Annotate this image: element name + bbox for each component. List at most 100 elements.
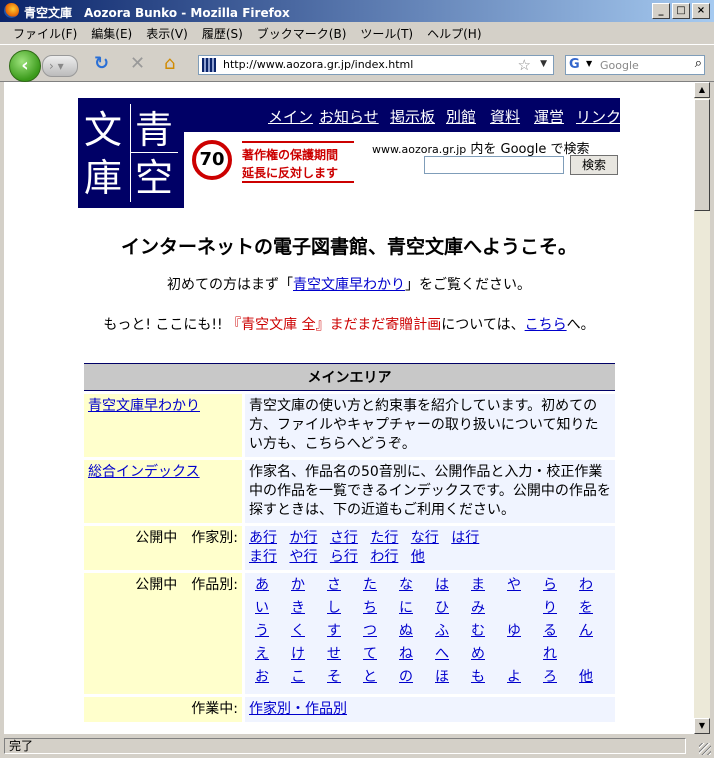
work-kana-link[interactable]: ぬ bbox=[393, 623, 413, 639]
work-kana-link[interactable]: と bbox=[357, 669, 377, 685]
work-kana-link[interactable]: つ bbox=[357, 623, 377, 639]
search-bar[interactable]: G ▼ Google ⌕ bbox=[565, 55, 705, 75]
work-kana-link[interactable]: け bbox=[285, 646, 305, 662]
work-kana-link[interactable]: な bbox=[393, 577, 413, 593]
work-kana-link[interactable]: ん bbox=[573, 623, 593, 639]
scroll-thumb[interactable] bbox=[694, 99, 710, 211]
stop-icon[interactable]: ✕ bbox=[130, 54, 145, 74]
work-kana-link[interactable]: せ bbox=[321, 646, 341, 662]
work-kana-link[interactable]: は bbox=[429, 577, 449, 593]
work-kana-link[interactable]: に bbox=[393, 600, 413, 616]
maximize-button[interactable]: □ bbox=[672, 3, 690, 19]
nav-links[interactable]: リンク bbox=[576, 106, 621, 127]
work-kana-link[interactable]: わ bbox=[573, 577, 593, 593]
work-kana-link[interactable]: ほ bbox=[429, 669, 449, 685]
work-kana-link[interactable]: ふ bbox=[429, 623, 449, 639]
work-kana-link[interactable]: へ bbox=[429, 646, 449, 662]
nav-annex[interactable]: 別館 bbox=[446, 106, 476, 127]
work-kana-link[interactable]: ひ bbox=[429, 600, 449, 616]
reload-icon[interactable]: ↻ bbox=[94, 54, 109, 74]
scroll-down-icon[interactable]: ▼ bbox=[694, 718, 710, 734]
working-index-link[interactable]: 作家別・作品別 bbox=[249, 701, 347, 717]
author-gyo-link[interactable]: わ行 bbox=[370, 549, 398, 565]
work-kana-link[interactable]: む bbox=[465, 623, 485, 639]
menu-bookmarks[interactable]: ブックマーク(B) bbox=[250, 23, 354, 44]
work-kana-link[interactable]: や bbox=[501, 577, 521, 593]
work-kana-link[interactable]: り bbox=[537, 600, 557, 616]
author-gyo-link[interactable]: か行 bbox=[289, 530, 317, 546]
nav-bbs[interactable]: 掲示板 bbox=[390, 106, 435, 127]
magnifier-icon[interactable]: ⌕ bbox=[695, 56, 702, 71]
quick-guide-link[interactable]: 青空文庫早わかり bbox=[293, 277, 405, 293]
author-gyo-link[interactable]: な行 bbox=[411, 530, 439, 546]
nav-main[interactable]: メイン bbox=[268, 106, 313, 127]
work-kana-link[interactable]: う bbox=[249, 623, 269, 639]
copyright-banner[interactable]: 70 著作権の保護期間 延長に反対します bbox=[192, 138, 356, 186]
quick-guide-row-link[interactable]: 青空文庫早わかり bbox=[88, 398, 200, 414]
menu-edit[interactable]: 編集(E) bbox=[84, 23, 139, 44]
nav-operation[interactable]: 運営 bbox=[534, 106, 564, 127]
work-kana-link[interactable]: る bbox=[537, 623, 557, 639]
author-gyo-link[interactable]: さ行 bbox=[330, 530, 358, 546]
work-kana-link[interactable]: ら bbox=[537, 577, 557, 593]
work-kana-link[interactable]: お bbox=[249, 669, 269, 685]
work-kana-link[interactable]: ろ bbox=[537, 669, 557, 685]
work-kana-link[interactable]: た bbox=[357, 577, 377, 593]
work-kana-link[interactable]: え bbox=[249, 646, 269, 662]
author-gyo-link[interactable]: 他 bbox=[411, 549, 425, 565]
work-kana-link[interactable]: め bbox=[465, 646, 485, 662]
author-gyo-link[interactable]: ら行 bbox=[330, 549, 358, 565]
work-kana-link[interactable]: て bbox=[357, 646, 377, 662]
work-kana-link[interactable]: か bbox=[285, 577, 305, 593]
url-text[interactable]: http://www.aozora.gr.jp/index.html bbox=[223, 58, 413, 71]
work-kana-link[interactable]: ね bbox=[393, 646, 413, 662]
search-engine-dropdown-icon[interactable]: ▼ bbox=[586, 59, 592, 68]
url-dropdown-icon[interactable]: ▼ bbox=[540, 59, 547, 69]
work-kana-link[interactable]: い bbox=[249, 600, 269, 616]
site-search-button[interactable]: 検索 bbox=[570, 155, 618, 175]
menu-view[interactable]: 表示(V) bbox=[139, 23, 195, 44]
nav-news[interactable]: お知らせ bbox=[319, 106, 379, 127]
work-kana-link[interactable]: さ bbox=[321, 577, 341, 593]
menu-history[interactable]: 履歴(S) bbox=[195, 23, 250, 44]
menu-tools[interactable]: ツール(T) bbox=[353, 23, 420, 44]
work-kana-link[interactable]: ま bbox=[465, 577, 485, 593]
general-index-link[interactable]: 総合インデックス bbox=[88, 464, 200, 480]
work-kana-link[interactable]: 他 bbox=[573, 669, 593, 685]
vertical-scrollbar[interactable]: ▲ ▼ bbox=[694, 82, 710, 734]
menu-help[interactable]: ヘルプ(H) bbox=[420, 23, 488, 44]
work-kana-link[interactable]: よ bbox=[501, 669, 521, 685]
author-gyo-link[interactable]: た行 bbox=[370, 530, 398, 546]
work-kana-link[interactable]: ち bbox=[357, 600, 377, 616]
author-gyo-link[interactable]: は行 bbox=[451, 530, 479, 546]
resize-grip-icon[interactable] bbox=[699, 743, 711, 755]
work-kana-link[interactable]: み bbox=[465, 600, 485, 616]
nav-docs[interactable]: 資料 bbox=[490, 106, 520, 127]
search-placeholder[interactable]: Google bbox=[600, 59, 639, 72]
site-search-input[interactable] bbox=[424, 156, 564, 174]
bookmark-star-icon[interactable]: ☆ bbox=[518, 56, 531, 74]
work-kana-link[interactable]: を bbox=[573, 600, 593, 616]
donation-plan-link[interactable]: こちら bbox=[525, 317, 567, 333]
work-kana-link[interactable]: す bbox=[321, 623, 341, 639]
google-icon[interactable]: G bbox=[569, 57, 580, 72]
author-gyo-link[interactable]: や行 bbox=[289, 549, 317, 565]
work-kana-link[interactable]: も bbox=[465, 669, 485, 685]
close-button[interactable]: × bbox=[692, 3, 710, 19]
aozora-logo[interactable]: 文 青 庫 空 bbox=[78, 98, 184, 208]
author-gyo-link[interactable]: あ行 bbox=[249, 530, 277, 546]
work-kana-link[interactable]: そ bbox=[321, 669, 341, 685]
forward-button[interactable]: › ▾ bbox=[42, 55, 78, 77]
minimize-button[interactable]: _ bbox=[652, 3, 670, 19]
url-bar[interactable]: http://www.aozora.gr.jp/index.html ☆ ▼ bbox=[198, 55, 554, 75]
back-button[interactable]: ‹ bbox=[9, 50, 41, 82]
work-kana-link[interactable]: き bbox=[285, 600, 305, 616]
work-kana-link[interactable]: し bbox=[321, 600, 341, 616]
menu-file[interactable]: ファイル(F) bbox=[6, 23, 84, 44]
work-kana-link[interactable]: く bbox=[285, 623, 305, 639]
author-gyo-link[interactable]: ま行 bbox=[249, 549, 277, 565]
work-kana-link[interactable]: あ bbox=[249, 577, 269, 593]
scroll-up-icon[interactable]: ▲ bbox=[694, 82, 710, 98]
work-kana-link[interactable]: の bbox=[393, 669, 413, 685]
work-kana-link[interactable]: ゆ bbox=[501, 623, 521, 639]
